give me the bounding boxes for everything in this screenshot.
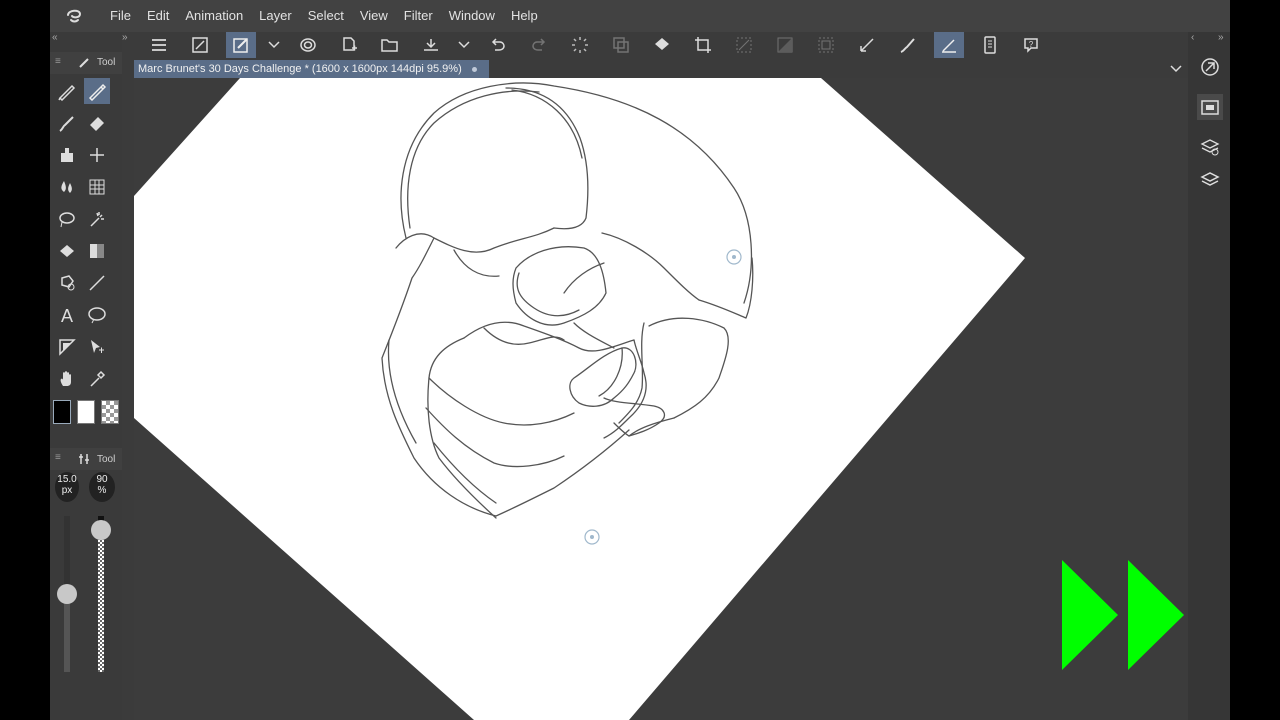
lasso-icon[interactable]	[54, 206, 80, 232]
main-color-swatch[interactable]	[53, 400, 71, 424]
menu-bar: File Edit Animation Layer Select View Fi…	[50, 0, 1230, 32]
menu-filter[interactable]: Filter	[396, 0, 441, 32]
menu-window[interactable]: Window	[441, 0, 503, 32]
menu-view[interactable]: View	[352, 0, 396, 32]
airbrush-icon[interactable]	[54, 142, 80, 168]
opacity-slider[interactable]	[91, 516, 111, 672]
canvas-resize-icon[interactable]	[185, 32, 215, 58]
spiral-icon[interactable]	[293, 32, 323, 58]
chevron-down-icon[interactable]	[457, 32, 471, 58]
sub-color-swatch[interactable]	[77, 400, 95, 424]
tool-palette: « » ≡ Tool A ≡ Tool 15.0 px 90 %	[50, 32, 128, 720]
menu-help[interactable]: Help	[503, 0, 546, 32]
document-title: Marc Brunet's 30 Days Challenge * (1600 …	[138, 63, 462, 75]
blend-icon[interactable]	[54, 174, 80, 200]
brush-size-unit: px	[61, 485, 73, 496]
tool-panel-header: ≡ Tool	[50, 52, 122, 74]
svg-text:A: A	[61, 306, 73, 325]
transparent-color-swatch[interactable]	[101, 400, 119, 424]
brush-icon[interactable]	[54, 110, 80, 136]
undo-icon[interactable]	[483, 32, 513, 58]
line-icon[interactable]	[84, 270, 110, 296]
tool-panel-title: Tool	[97, 57, 116, 68]
fast-forward-icon	[1062, 560, 1188, 675]
balloon-icon[interactable]	[84, 302, 110, 328]
opacity-unit: %	[97, 485, 107, 496]
unsaved-dot-icon	[471, 66, 477, 72]
fill-bucket-icon[interactable]	[54, 238, 80, 264]
expand-selection-icon[interactable]	[811, 32, 841, 58]
brush-size-indicator[interactable]: 15.0 px	[55, 472, 79, 502]
command-bar: ?	[134, 32, 1184, 58]
right-side-panel: ‹ »	[1188, 32, 1230, 720]
panel-collapse-left-icon[interactable]: ‹	[1191, 32, 1194, 43]
pen-line-icon[interactable]	[934, 32, 964, 58]
hamburger-menu-icon[interactable]	[144, 32, 174, 58]
opacity-indicator[interactable]: 90 %	[89, 472, 115, 502]
menu-select[interactable]: Select	[300, 0, 352, 32]
clear-selection-icon[interactable]	[729, 32, 759, 58]
invert-selection-icon[interactable]	[770, 32, 800, 58]
canvas-area[interactable]	[134, 78, 1190, 720]
menu-edit[interactable]: Edit	[139, 0, 177, 32]
layer-copy-icon[interactable]	[606, 32, 636, 58]
open-folder-icon[interactable]	[375, 32, 405, 58]
brush-size-slider[interactable]	[57, 516, 77, 672]
menu-file[interactable]: File	[102, 0, 139, 32]
eyedropper-icon[interactable]	[84, 366, 110, 392]
object-select-icon[interactable]	[84, 334, 110, 360]
gradient-icon[interactable]	[84, 238, 110, 264]
layer-property-icon[interactable]	[1197, 134, 1223, 160]
save-icon[interactable]	[416, 32, 446, 58]
panel-collapse-right-icon[interactable]: »	[1218, 32, 1224, 43]
eraser-icon[interactable]	[84, 110, 110, 136]
panel-collapse-left-icon[interactable]: «	[52, 32, 58, 43]
canvas-svg[interactable]	[134, 78, 1190, 720]
loading-icon[interactable]	[565, 32, 595, 58]
grid-icon[interactable]	[84, 174, 110, 200]
magic-wand-icon[interactable]	[84, 206, 110, 232]
document-tab[interactable]: Marc Brunet's 30 Days Challenge * (1600 …	[134, 60, 489, 78]
sub-tool-panel-header: ≡ Tool	[50, 448, 122, 470]
app-window: File Edit Animation Layer Select View Fi…	[50, 0, 1230, 720]
new-document-icon[interactable]	[334, 32, 364, 58]
drawing-canvas[interactable]	[134, 78, 1025, 720]
text-icon[interactable]: A	[54, 302, 80, 328]
layers-icon[interactable]	[1197, 166, 1223, 192]
rotation-handle-dot	[732, 255, 736, 259]
opacity-value: 90	[96, 474, 108, 485]
menu-animation[interactable]: Animation	[177, 0, 251, 32]
crop-icon[interactable]	[688, 32, 718, 58]
decoration-icon[interactable]	[84, 142, 110, 168]
app-logo-icon[interactable]	[62, 6, 86, 26]
redo-icon[interactable]	[524, 32, 554, 58]
pen-stroke-icon[interactable]	[852, 32, 882, 58]
hand-icon[interactable]	[54, 366, 80, 392]
sub-tool-panel-title: Tool	[97, 454, 116, 465]
ruler-icon[interactable]	[54, 334, 80, 360]
pencil-icon[interactable]	[84, 78, 110, 104]
chevron-down-icon[interactable]	[267, 32, 281, 58]
menu-layer[interactable]: Layer	[251, 0, 300, 32]
material-icon[interactable]	[1197, 94, 1223, 120]
help-icon[interactable]: ?	[1016, 32, 1046, 58]
smartphone-icon[interactable]	[975, 32, 1005, 58]
svg-text:?: ?	[1029, 40, 1034, 49]
chevron-down-icon[interactable]	[1170, 61, 1182, 79]
fill-icon[interactable]	[647, 32, 677, 58]
pen-icon[interactable]	[54, 78, 80, 104]
figure-icon[interactable]	[54, 270, 80, 296]
brush-size-slider-thumb[interactable]	[57, 584, 77, 604]
rotation-handle-dot	[590, 535, 594, 539]
edit-mode-icon[interactable]	[226, 32, 256, 58]
document-tab-bar: Marc Brunet's 30 Days Challenge * (1600 …	[134, 60, 1190, 78]
navigator-icon[interactable]	[1197, 54, 1223, 80]
panel-collapse-right-icon[interactable]: »	[122, 32, 128, 43]
opacity-slider-thumb[interactable]	[91, 520, 111, 540]
brush-size-value: 15.0	[57, 474, 77, 485]
brush-stroke-icon[interactable]	[893, 32, 923, 58]
